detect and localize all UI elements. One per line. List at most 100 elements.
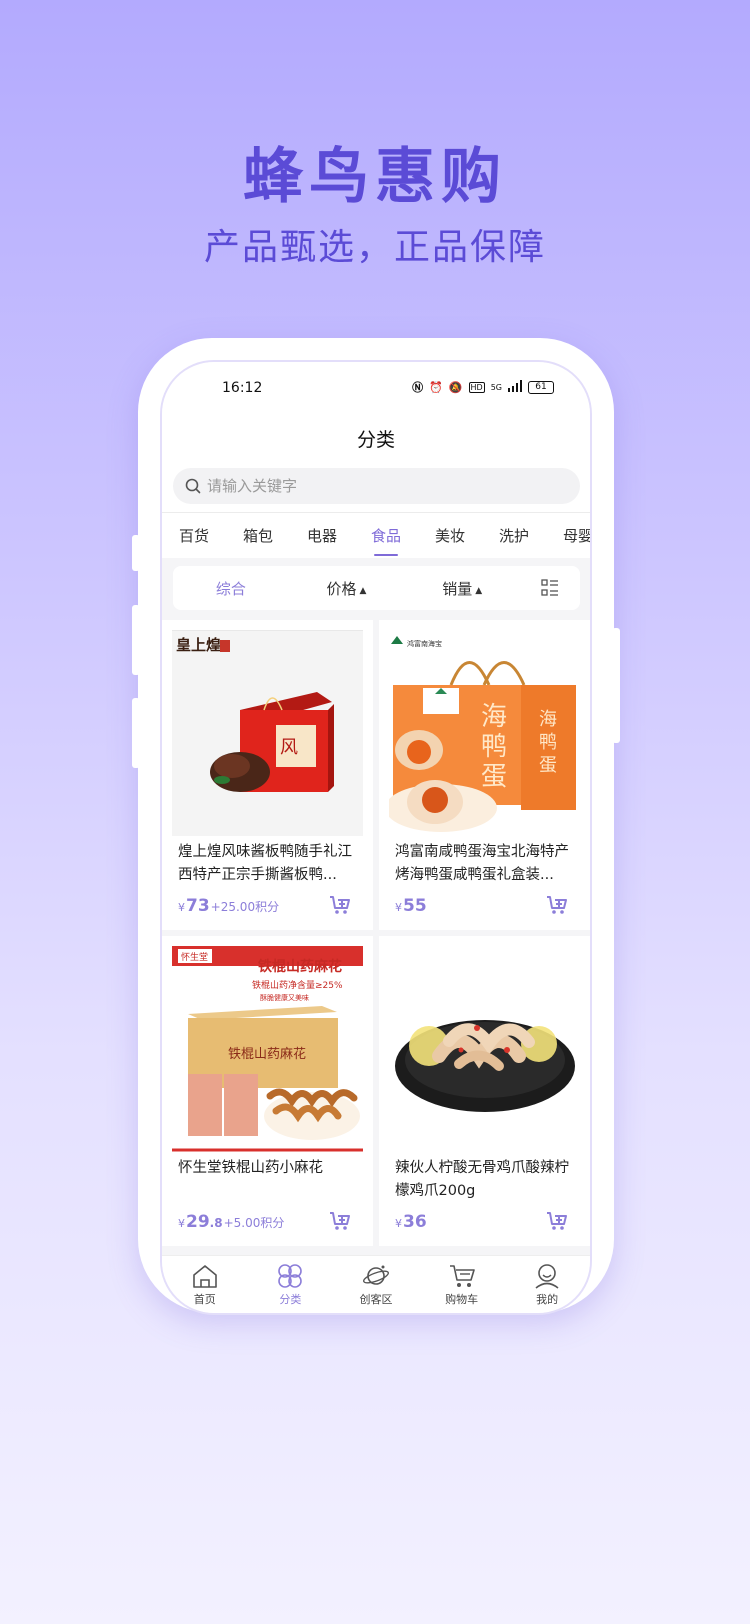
user-icon bbox=[535, 1263, 559, 1289]
add-cart-icon bbox=[547, 1212, 567, 1230]
add-cart-icon bbox=[547, 896, 567, 914]
svg-text:海: 海 bbox=[539, 709, 557, 730]
price-points: +5.00积分 bbox=[223, 1216, 285, 1230]
phone-side-button bbox=[132, 605, 140, 675]
promo-title: 蜂鸟惠购 bbox=[243, 142, 507, 212]
tabbar-cart[interactable]: 购物车 bbox=[427, 1263, 497, 1307]
tabbar-profile[interactable]: 我的 bbox=[512, 1263, 582, 1307]
add-cart-icon bbox=[330, 1212, 350, 1230]
svg-text:海: 海 bbox=[481, 702, 507, 732]
page-title: 分类 bbox=[356, 429, 395, 451]
status-time: 16:12 bbox=[222, 380, 263, 396]
filter-price[interactable]: 价格 ▲ bbox=[289, 578, 405, 599]
phone-side-button bbox=[132, 535, 140, 571]
filter-comprehensive[interactable]: 综合 bbox=[173, 578, 289, 599]
price-value: 73 bbox=[186, 896, 210, 916]
banner-subtitle-2: 酥脆健康又美味 bbox=[260, 993, 309, 1002]
sort-arrow-icon: ▲ bbox=[359, 585, 367, 596]
product-card[interactable]: 怀生堂 铁棍山药麻花 铁棍山药净含量≥25% 酥脆健康又美味 铁棍山药麻花 怀生… bbox=[162, 936, 373, 1246]
price-symbol: ¥ bbox=[178, 1217, 185, 1230]
add-to-cart-button[interactable] bbox=[329, 895, 351, 919]
add-to-cart-button[interactable] bbox=[546, 1211, 568, 1235]
tab-dianqi[interactable]: 电器 bbox=[290, 514, 354, 558]
product-image: 皇上煌 风 bbox=[172, 630, 363, 836]
tab-muying[interactable]: 母婴 bbox=[546, 514, 590, 558]
product-price: ¥ 29 .8 +5.00积分 bbox=[178, 1212, 284, 1232]
status-bar: 16:12 Ⓝ ⏰ 🔕 HD 5G 61 bbox=[162, 362, 590, 416]
product-price: ¥ 73 +25.00积分 bbox=[178, 896, 279, 916]
tab-xiangbao[interactable]: 箱包 bbox=[226, 514, 290, 558]
price-symbol: ¥ bbox=[395, 1217, 402, 1230]
home-icon bbox=[192, 1264, 217, 1288]
hd-icon: HD bbox=[468, 381, 485, 393]
svg-text:蛋: 蛋 bbox=[481, 762, 507, 792]
add-cart-icon bbox=[330, 896, 350, 914]
brand-logo-text: 怀生堂 bbox=[181, 951, 208, 963]
tab-meizhuang[interactable]: 美妆 bbox=[418, 514, 482, 558]
price-value: 55 bbox=[403, 896, 427, 916]
tabbar-category[interactable]: 分类 bbox=[255, 1263, 325, 1307]
svg-text:鸭: 鸭 bbox=[539, 732, 557, 753]
filter-price-label: 价格 bbox=[326, 579, 357, 598]
tabbar-maker[interactable]: 创客区 bbox=[341, 1263, 411, 1307]
product-name: 鸿富南咸鸭蛋海宝北海特产烤海鸭蛋咸鸭蛋礼盒装... bbox=[395, 844, 569, 883]
filter-bar: 综合 价格 ▲ 销量 ▲ bbox=[173, 566, 580, 610]
product-card[interactable]: 皇上煌 风 煌上煌风味酱板鸭随手礼江西特产正宗手撕酱板鸭... ¥ 73 +25… bbox=[162, 620, 373, 930]
promo-subtitle: 产品甄选，正品保障 bbox=[203, 227, 546, 268]
search-input[interactable] bbox=[207, 477, 547, 495]
tabbar-maker-label: 创客区 bbox=[359, 1292, 393, 1306]
category-icon bbox=[278, 1263, 303, 1288]
filter-sales-label: 销量 bbox=[442, 579, 473, 598]
category-tabs: 百货 箱包 电器 食品 美妆 洗护 母婴 bbox=[162, 512, 590, 558]
add-to-cart-button[interactable] bbox=[329, 1211, 351, 1235]
layout-toggle-button[interactable] bbox=[520, 579, 580, 597]
svg-text:蛋: 蛋 bbox=[539, 755, 557, 776]
filter-comprehensive-label: 综合 bbox=[215, 579, 246, 598]
tabbar-category-label: 分类 bbox=[279, 1292, 302, 1306]
product-card[interactable]: 鸿富南海宝 海 鸭 蛋 海 鸭 蛋 鸿富南咸鸭蛋海宝北海特产烤海鸭蛋咸鸭蛋礼盒装… bbox=[379, 620, 590, 930]
svg-text:风: 风 bbox=[280, 737, 298, 758]
battery-icon: 61 bbox=[528, 380, 554, 394]
product-grid: 皇上煌 风 煌上煌风味酱板鸭随手礼江西特产正宗手撕酱板鸭... ¥ 73 +25… bbox=[162, 620, 590, 1246]
price-value: 36 bbox=[403, 1212, 427, 1232]
price-decimal: .8 bbox=[209, 1216, 223, 1230]
product-name: 辣伙人柠酸无骨鸡爪酸辣柠檬鸡爪200g bbox=[395, 1160, 569, 1199]
svg-text:鸭: 鸭 bbox=[481, 732, 507, 762]
phone-screen: 16:12 Ⓝ ⏰ 🔕 HD 5G 61 分类 百货 箱包 电器 食品 bbox=[162, 362, 590, 1313]
product-name: 怀生堂铁棍山药小麻花 bbox=[178, 1160, 323, 1176]
bottom-tabbar: 首页 分类 创客区 购物车 我的 bbox=[162, 1255, 590, 1313]
tabbar-cart-label: 购物车 bbox=[445, 1292, 479, 1306]
search-box[interactable] bbox=[173, 468, 580, 504]
phone-side-button bbox=[612, 628, 620, 743]
product-price: ¥ 55 bbox=[395, 896, 427, 916]
banner-subtitle: 铁棍山药净含量≥25% bbox=[252, 979, 343, 991]
brand-logo-text: 皇上煌 bbox=[176, 636, 221, 654]
product-image: 鸿富南海宝 海 鸭 蛋 海 鸭 蛋 bbox=[389, 630, 580, 836]
network-type-icon: 5G bbox=[490, 382, 502, 392]
tab-xihu[interactable]: 洗护 bbox=[482, 514, 546, 558]
price-symbol: ¥ bbox=[178, 901, 185, 914]
list-view-icon bbox=[541, 579, 559, 596]
product-image bbox=[389, 946, 580, 1152]
product-name: 煌上煌风味酱板鸭随手礼江西特产正宗手撕酱板鸭... bbox=[178, 844, 352, 883]
product-card[interactable]: 辣伙人柠酸无骨鸡爪酸辣柠檬鸡爪200g ¥ 36 bbox=[379, 936, 590, 1246]
tab-shipin[interactable]: 食品 bbox=[354, 514, 418, 558]
price-value: 29 bbox=[186, 1212, 210, 1232]
banner-title: 铁棍山药麻花 bbox=[258, 958, 342, 975]
planet-icon bbox=[362, 1265, 389, 1285]
svg-text:铁棍山药麻花: 铁棍山药麻花 bbox=[228, 1046, 306, 1062]
brand-logo-text: 鸿富南海宝 bbox=[407, 639, 442, 648]
tabbar-profile-label: 我的 bbox=[536, 1292, 559, 1306]
tabbar-home-label: 首页 bbox=[193, 1292, 216, 1306]
tab-baihuo[interactable]: 百货 bbox=[162, 514, 226, 558]
product-price: ¥ 36 bbox=[395, 1212, 427, 1232]
search-icon bbox=[185, 478, 201, 494]
alarm-icon: ⏰ bbox=[429, 380, 443, 394]
tabbar-home[interactable]: 首页 bbox=[170, 1263, 240, 1307]
add-to-cart-button[interactable] bbox=[546, 895, 568, 919]
filter-sales[interactable]: 销量 ▲ bbox=[404, 578, 520, 599]
status-icons: Ⓝ ⏰ 🔕 HD 5G 61 bbox=[412, 379, 554, 395]
price-symbol: ¥ bbox=[395, 901, 402, 914]
price-points: +25.00积分 bbox=[210, 900, 280, 914]
nfc-icon: Ⓝ bbox=[412, 381, 424, 394]
